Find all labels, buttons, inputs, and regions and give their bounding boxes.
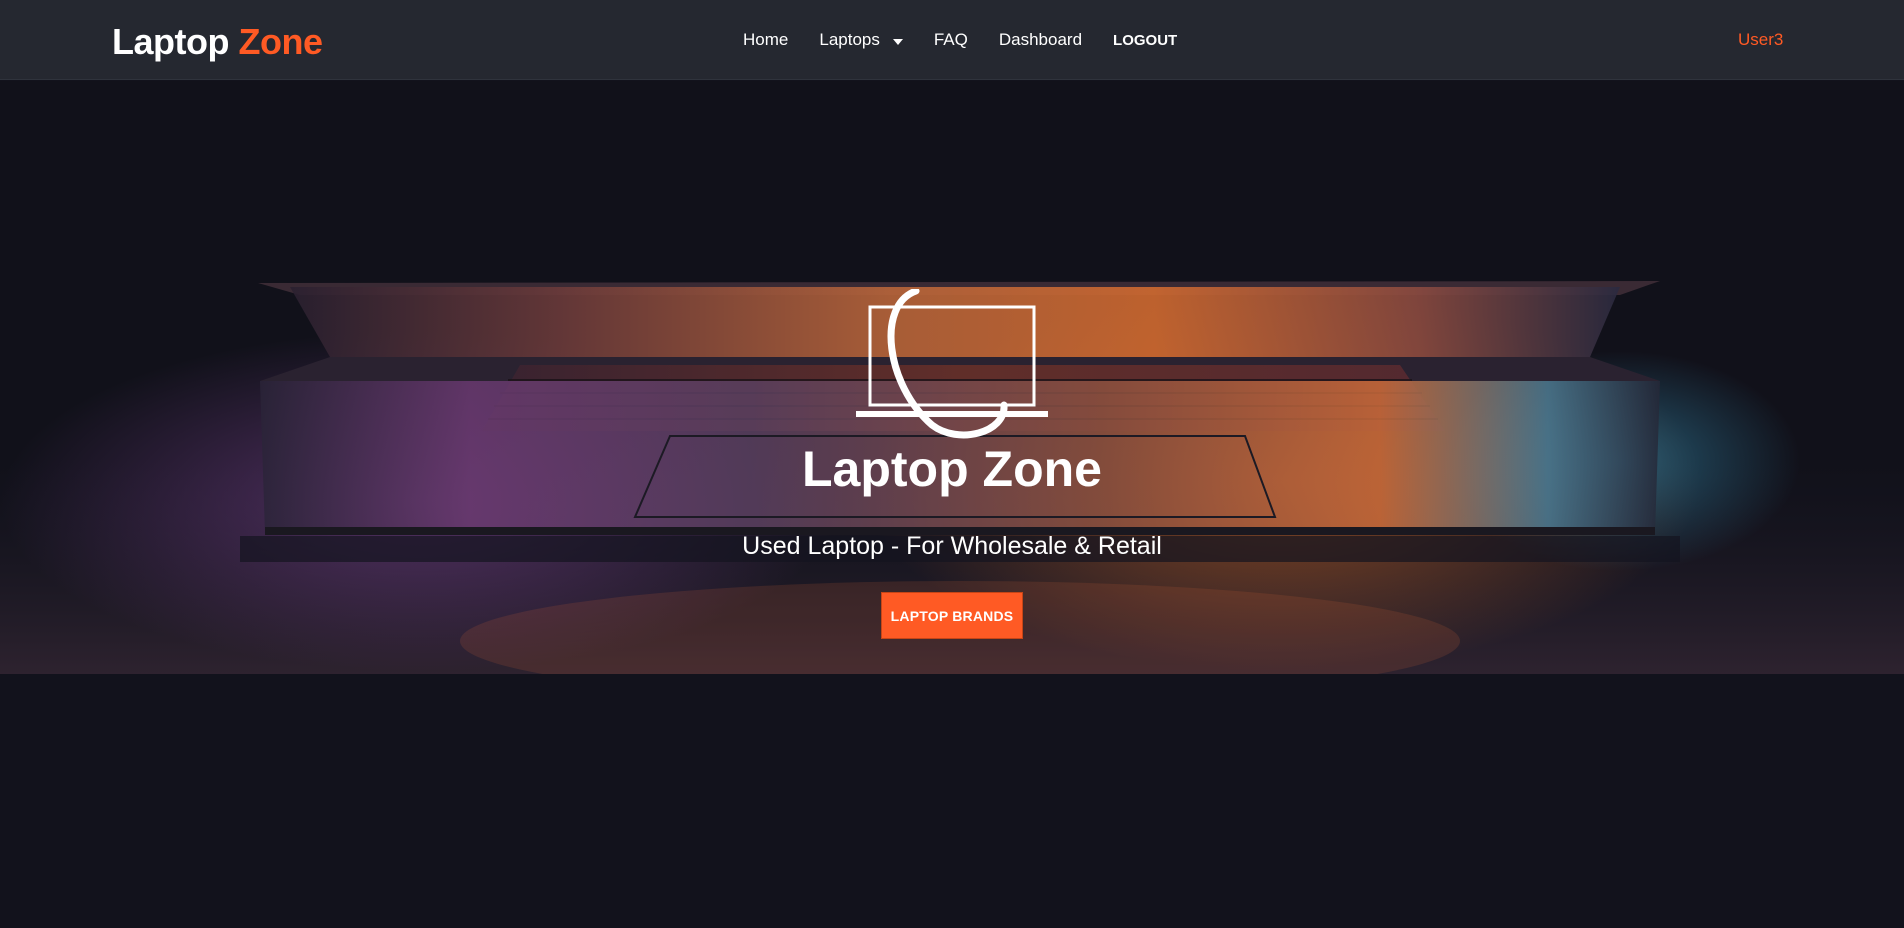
hero-subtitle: Used Laptop - For Wholesale & Retail: [742, 532, 1162, 560]
laptop-brands-button[interactable]: LAPTOP BRANDS: [881, 592, 1023, 639]
chevron-down-icon: [892, 38, 903, 45]
brand-text-accent: Zone: [238, 21, 324, 62]
nav-dashboard-link[interactable]: Dashboard: [999, 30, 1082, 50]
brand-logo[interactable]: Laptop Zone: [112, 20, 323, 64]
nav-links: Home Laptops FAQ Dashboard LOGOUT: [743, 0, 1208, 80]
hero-title: Laptop Zone: [802, 441, 1102, 497]
nav-laptops-label: Laptops: [819, 30, 880, 49]
laptop-logo-icon: [856, 289, 1048, 439]
nav-faq-link[interactable]: FAQ: [934, 30, 968, 50]
logout-button[interactable]: LOGOUT: [1113, 32, 1177, 49]
hero-banner: Laptop Zone Used Laptop - For Wholesale …: [0, 81, 1904, 674]
brand-text-primary: Laptop: [112, 21, 229, 62]
navbar: Laptop Zone Home Laptops FAQ Dashboard L…: [0, 0, 1904, 80]
user-menu[interactable]: User3: [1738, 29, 1783, 51]
nav-laptops-dropdown[interactable]: Laptops: [819, 30, 903, 50]
nav-home-link[interactable]: Home: [743, 30, 788, 50]
